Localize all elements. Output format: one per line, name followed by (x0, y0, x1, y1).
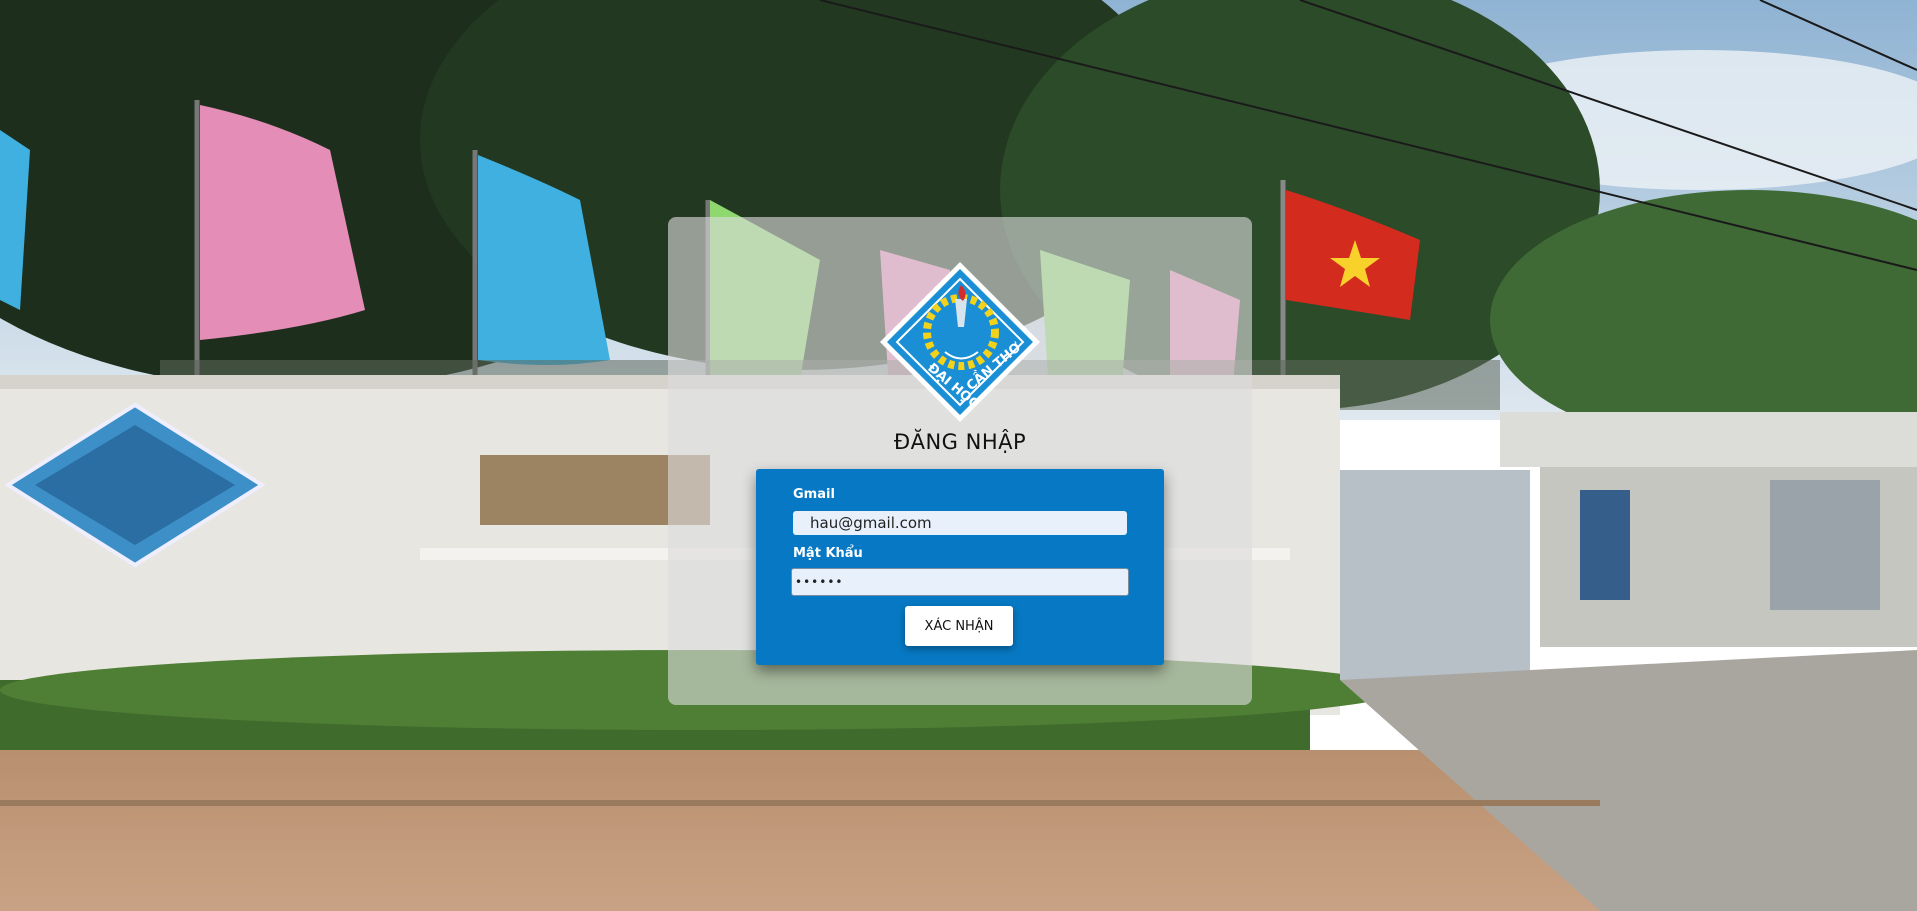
page-title: ĐĂNG NHẬP (893, 430, 1027, 454)
password-label: Mật Khẩu (793, 546, 863, 561)
password-field[interactable] (791, 568, 1129, 596)
gmail-label: Gmail (793, 487, 835, 502)
gmail-field[interactable] (793, 511, 1127, 535)
submit-button[interactable]: XÁC NHẬN (905, 606, 1013, 646)
login-card: ĐẠI HỌC CẦN THƠ ĐĂNG NHẬP Gmail Mật Khẩu… (668, 217, 1252, 705)
login-form: Gmail Mật Khẩu XÁC NHẬN (756, 469, 1164, 665)
university-logo: ĐẠI HỌC CẦN THƠ (875, 257, 1045, 427)
